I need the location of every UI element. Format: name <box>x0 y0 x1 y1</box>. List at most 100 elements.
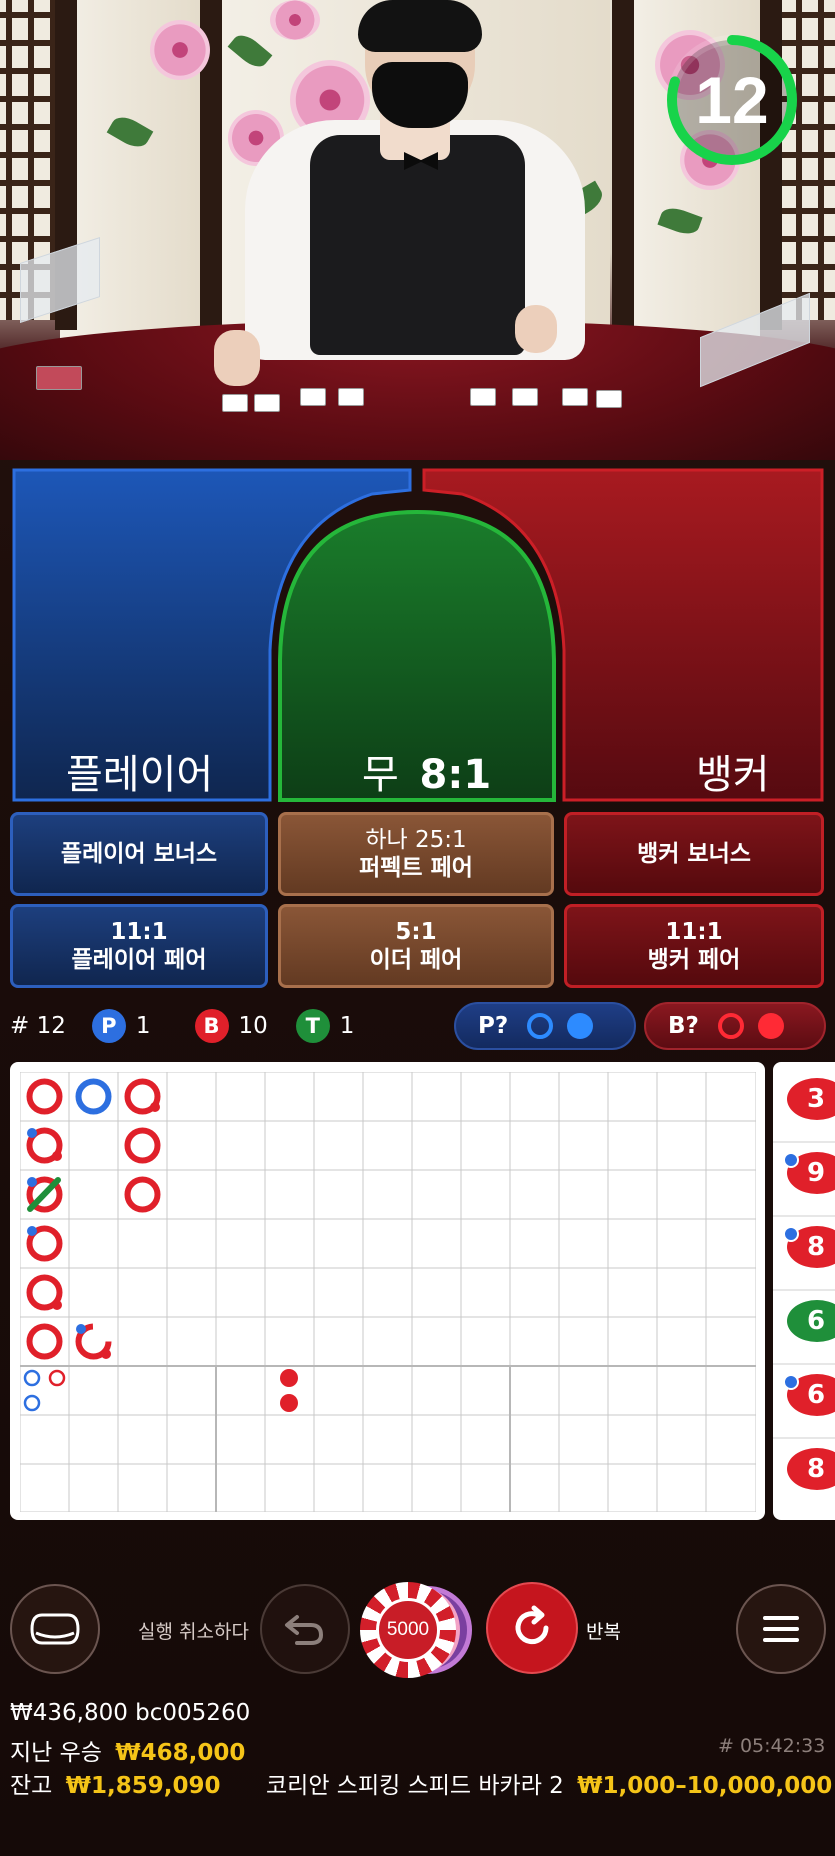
bead-pair-dots <box>773 1141 835 1439</box>
last-win: 지난 우승 ₩468,000 <box>10 1733 245 1767</box>
banker-mark <box>124 1176 161 1213</box>
player-win-badge: P <box>91 1009 126 1043</box>
table-name: 코리안 스피킹 스피드 바카라 2 <box>266 1773 564 1799</box>
bead-road-preview[interactable]: 3 9 8 6 6 8 <box>773 1062 835 1520</box>
round-number: # 12 <box>10 1013 66 1039</box>
player-pair-dot <box>27 1226 37 1236</box>
player-card <box>338 388 364 406</box>
big-eye-mark <box>23 1369 41 1387</box>
player-card <box>300 388 326 406</box>
last-win-label: 지난 우승 <box>10 1740 102 1766</box>
tie-label: 무 8:1 <box>362 742 491 800</box>
perfect-pair-label: 퍼펙트 페어 <box>359 855 473 881</box>
banker-card <box>596 390 622 408</box>
total-bet-and-user: ₩436,800 bc005260 <box>10 1700 251 1726</box>
round-stats: # 12 P 1 B 10 T 1 <box>10 1006 354 1046</box>
player-pair-dot <box>76 1324 86 1334</box>
countdown-seconds: 12 <box>695 63 769 137</box>
dealer-hand <box>214 330 260 386</box>
banker-card <box>470 388 496 406</box>
either-pair-label: 이더 페어 <box>369 947 463 973</box>
round-id: # 05:42:33 <box>718 1735 826 1757</box>
tie-odds: 8:1 <box>419 752 492 798</box>
player-pair-odds: 11:1 <box>110 919 168 945</box>
big-eye-mark <box>48 1369 66 1387</box>
dealer-hand <box>515 305 557 353</box>
table-icon <box>30 1613 80 1645</box>
chip-value: 5000 <box>376 1598 440 1662</box>
perfect-pair-odds: 하나 25:1 <box>365 827 467 853</box>
player-label: 플레이어 <box>66 752 214 798</box>
player-pair-label: 플레이어 페어 <box>71 947 207 973</box>
banker-win-badge: B <box>194 1009 229 1043</box>
player-card <box>222 394 248 412</box>
lobby-button[interactable] <box>10 1584 100 1674</box>
chip-5000: 5000 <box>360 1582 456 1678</box>
hibiscus-flower <box>270 0 320 40</box>
banker-win-count: 10 <box>238 1013 268 1039</box>
player-bonus-bet[interactable]: 플레이어 보너스 <box>10 812 268 896</box>
dealer-vest <box>310 135 525 355</box>
player-predict-button[interactable]: P? <box>454 1002 636 1050</box>
banker-card <box>512 388 538 406</box>
banker-card <box>562 388 588 406</box>
scoreboard-roads[interactable] <box>10 1062 765 1520</box>
player-bonus-label: 플레이어 보너스 <box>60 841 218 867</box>
live-dealer-video: 12 <box>0 0 835 460</box>
player-pair-bet[interactable]: 11:1 플레이어 페어 <box>10 904 268 988</box>
banker-pair-label: 뱅커 페어 <box>647 947 741 973</box>
tie-badge: T <box>295 1009 330 1043</box>
chip-selector[interactable]: 5000 <box>360 1582 476 1678</box>
banker-predict-icons <box>717 1013 784 1039</box>
banker-bonus-bet[interactable]: 뱅커 보너스 <box>564 812 824 896</box>
player-card <box>254 394 280 412</box>
perfect-pair-bet[interactable]: 하나 25:1 퍼펙트 페어 <box>278 812 554 896</box>
banker-pair-bet[interactable]: 11:1 뱅커 페어 <box>564 904 824 988</box>
either-pair-odds: 5:1 <box>395 919 437 945</box>
dealer-hair <box>358 0 482 52</box>
road-grid <box>20 1072 756 1512</box>
player-predict-icons <box>527 1013 594 1039</box>
banker-mark <box>124 1127 161 1164</box>
banker-pair-dot <box>101 1349 111 1359</box>
banker-pair-odds: 11:1 <box>665 919 723 945</box>
either-pair-bet[interactable]: 5:1 이더 페어 <box>278 904 554 988</box>
dealer-mask <box>372 62 468 128</box>
table-info: 코리안 스피킹 스피드 바카라 2 ₩1,000–10,000,000 <box>266 1766 832 1800</box>
player-pair-dot <box>27 1177 37 1187</box>
tie-label-text: 무 <box>362 752 399 798</box>
banker-pair-dot <box>52 1300 62 1310</box>
banker-bonus-label: 뱅커 보너스 <box>637 841 751 867</box>
hibiscus-flower <box>150 20 210 80</box>
banker-pair-dot <box>150 1102 160 1112</box>
pillar <box>612 0 634 330</box>
hamburger-icon <box>763 1616 799 1642</box>
repeat-label: 반복 <box>586 1621 621 1643</box>
banker-predict-button[interactable]: B? <box>644 1002 826 1050</box>
banker-label: 뱅커 <box>696 752 770 798</box>
banker-pair-dot <box>52 1151 62 1161</box>
banker-mark <box>26 1078 63 1115</box>
table-limits: ₩1,000–10,000,000 <box>577 1773 833 1799</box>
player-win-count: 1 <box>135 1013 151 1039</box>
menu-button[interactable] <box>736 1584 826 1674</box>
balance: 잔고 ₩1,859,090 <box>10 1766 221 1800</box>
small-road-mark <box>280 1394 298 1412</box>
discard-card <box>36 366 82 390</box>
banker-predict-label: B? <box>668 1013 699 1039</box>
player-pair-dot <box>27 1128 37 1138</box>
player-mark <box>75 1078 112 1115</box>
repeat-button[interactable] <box>486 1582 578 1674</box>
banker-mark <box>26 1323 63 1360</box>
game-screen: 12 플레이어 무 8:1 뱅커 플레이어 보너스 하나 25:1 퍼펙트 페어… <box>0 0 835 1856</box>
tie-count: 1 <box>339 1013 355 1039</box>
player-predict-label: P? <box>478 1013 509 1039</box>
undo-label: 실행 취소하다 <box>138 1621 249 1643</box>
last-win-value: ₩468,000 <box>115 1740 246 1766</box>
undo-button[interactable] <box>260 1584 350 1674</box>
balance-label: 잔고 <box>10 1773 53 1799</box>
big-eye-mark <box>23 1394 41 1412</box>
repeat-icon <box>515 1605 549 1645</box>
small-road-mark <box>280 1369 298 1387</box>
balance-value: ₩1,859,090 <box>65 1773 221 1799</box>
